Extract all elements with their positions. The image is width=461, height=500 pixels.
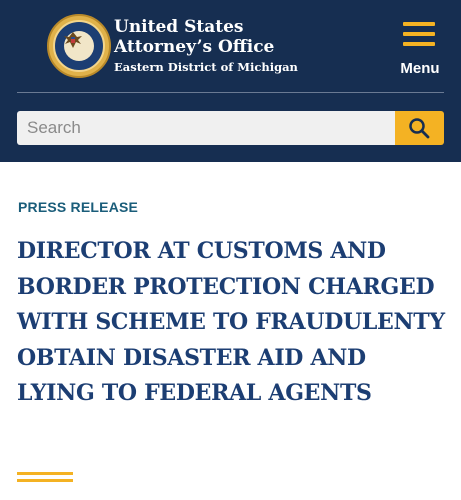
site-header: United States Attorney’s Office Eastern … [0,0,461,86]
divider [17,92,444,93]
search-icon [409,118,430,139]
hamburger-bar [403,42,435,46]
search-input[interactable] [17,111,395,145]
menu-button[interactable]: Menu [394,22,446,80]
menu-label: Menu [400,60,440,77]
doj-seal-icon[interactable] [47,14,111,78]
hamburger-bar [403,22,435,26]
district-name: Eastern District of Michigan [114,60,298,74]
page-title: DIRECTOR AT CUSTOMS AND BORDER PROTECTIO… [17,238,445,406]
accent-line [17,479,73,482]
agency-name[interactable]: United States Attorney’s Office Eastern … [114,17,298,76]
hamburger-bar [403,32,435,36]
content-type-label: PRESS RELEASE [18,199,139,215]
hamburger-icon [403,22,435,46]
search-button[interactable] [395,111,444,145]
agency-line-2: Attorney’s Office [114,37,275,57]
accent-line [17,472,73,475]
search-bar [0,86,461,162]
eagle-icon [64,32,82,48]
title-accent-rule [17,472,73,482]
agency-line-1: United States [114,17,244,37]
